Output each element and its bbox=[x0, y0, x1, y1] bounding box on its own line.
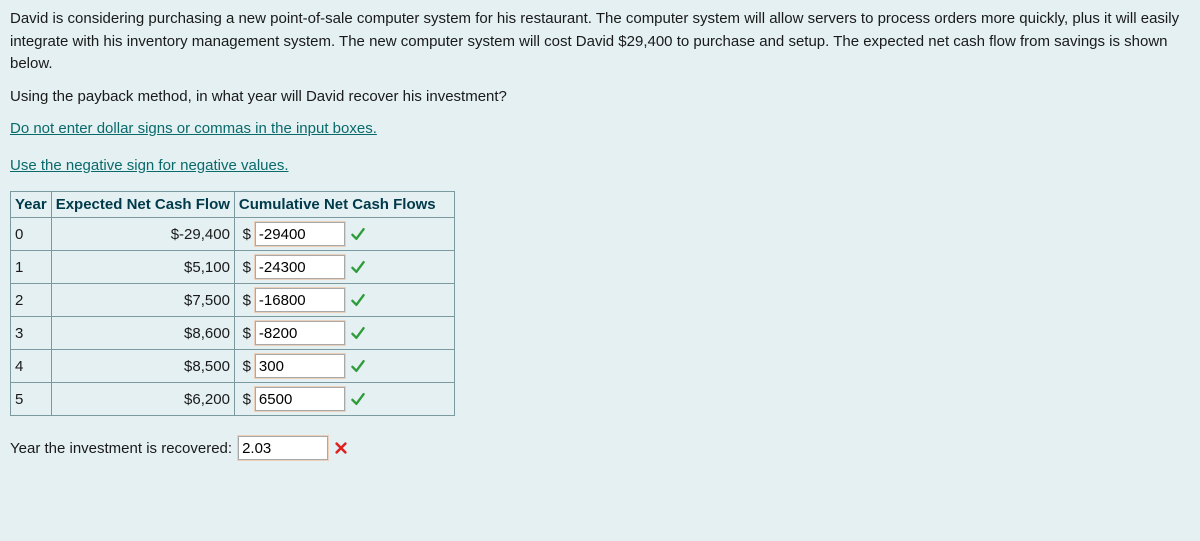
year-cell: 1 bbox=[11, 251, 52, 284]
year-cell: 4 bbox=[11, 350, 52, 383]
expected-cash-cell: $5,100 bbox=[51, 251, 234, 284]
table-row: 2$7,500 $ bbox=[11, 284, 455, 317]
answer-row: Year the investment is recovered: bbox=[10, 436, 1190, 460]
problem-statement-2: Using the payback method, in what year w… bbox=[10, 86, 1190, 109]
table-row: 4$8,500 $ bbox=[11, 350, 455, 383]
check-icon bbox=[349, 226, 367, 242]
year-cell: 3 bbox=[11, 317, 52, 350]
table-row: 1$5,100 $ bbox=[11, 251, 455, 284]
header-year: Year bbox=[11, 192, 52, 218]
year-cell: 0 bbox=[11, 218, 52, 251]
instruction-line-1: Do not enter dollar signs or commas in t… bbox=[10, 118, 1190, 141]
cumulative-cell: $ bbox=[234, 383, 454, 416]
expected-cash-cell: $6,200 bbox=[51, 383, 234, 416]
answer-label: Year the investment is recovered: bbox=[10, 440, 232, 457]
year-cell: 2 bbox=[11, 284, 52, 317]
dollar-sign: $ bbox=[239, 292, 251, 309]
cash-flow-table: Year Expected Net Cash Flow Cumulative N… bbox=[10, 191, 455, 416]
table-row: 3$8,600 $ bbox=[11, 317, 455, 350]
cumulative-cell: $ bbox=[234, 251, 454, 284]
table-row: 5$6,200 $ bbox=[11, 383, 455, 416]
dollar-sign: $ bbox=[239, 259, 251, 276]
check-icon bbox=[349, 391, 367, 407]
cumulative-cell: $ bbox=[234, 317, 454, 350]
cumulative-input[interactable] bbox=[255, 321, 345, 345]
cumulative-input[interactable] bbox=[255, 288, 345, 312]
check-icon bbox=[349, 325, 367, 341]
expected-cash-cell: $7,500 bbox=[51, 284, 234, 317]
check-icon bbox=[349, 358, 367, 374]
expected-cash-cell: $8,500 bbox=[51, 350, 234, 383]
dollar-sign: $ bbox=[239, 226, 251, 243]
instruction-line-2: Use the negative sign for negative value… bbox=[10, 155, 1190, 178]
dollar-sign: $ bbox=[239, 325, 251, 342]
expected-cash-cell: $-29,400 bbox=[51, 218, 234, 251]
cumulative-input[interactable] bbox=[255, 354, 345, 378]
problem-statement-1: David is considering purchasing a new po… bbox=[10, 8, 1190, 76]
header-cash: Expected Net Cash Flow bbox=[51, 192, 234, 218]
cumulative-input[interactable] bbox=[255, 222, 345, 246]
question-container: David is considering purchasing a new po… bbox=[0, 0, 1200, 470]
cross-icon bbox=[332, 441, 350, 455]
table-header-row: Year Expected Net Cash Flow Cumulative N… bbox=[11, 192, 455, 218]
dollar-sign: $ bbox=[239, 358, 251, 375]
cumulative-input[interactable] bbox=[255, 255, 345, 279]
table-row: 0$-29,400 $ bbox=[11, 218, 455, 251]
cumulative-cell: $ bbox=[234, 218, 454, 251]
cumulative-cell: $ bbox=[234, 284, 454, 317]
expected-cash-cell: $8,600 bbox=[51, 317, 234, 350]
cumulative-cell: $ bbox=[234, 350, 454, 383]
check-icon bbox=[349, 259, 367, 275]
header-cum: Cumulative Net Cash Flows bbox=[234, 192, 454, 218]
cumulative-input[interactable] bbox=[255, 387, 345, 411]
check-icon bbox=[349, 292, 367, 308]
dollar-sign: $ bbox=[239, 391, 251, 408]
answer-input[interactable] bbox=[238, 436, 328, 460]
year-cell: 5 bbox=[11, 383, 52, 416]
